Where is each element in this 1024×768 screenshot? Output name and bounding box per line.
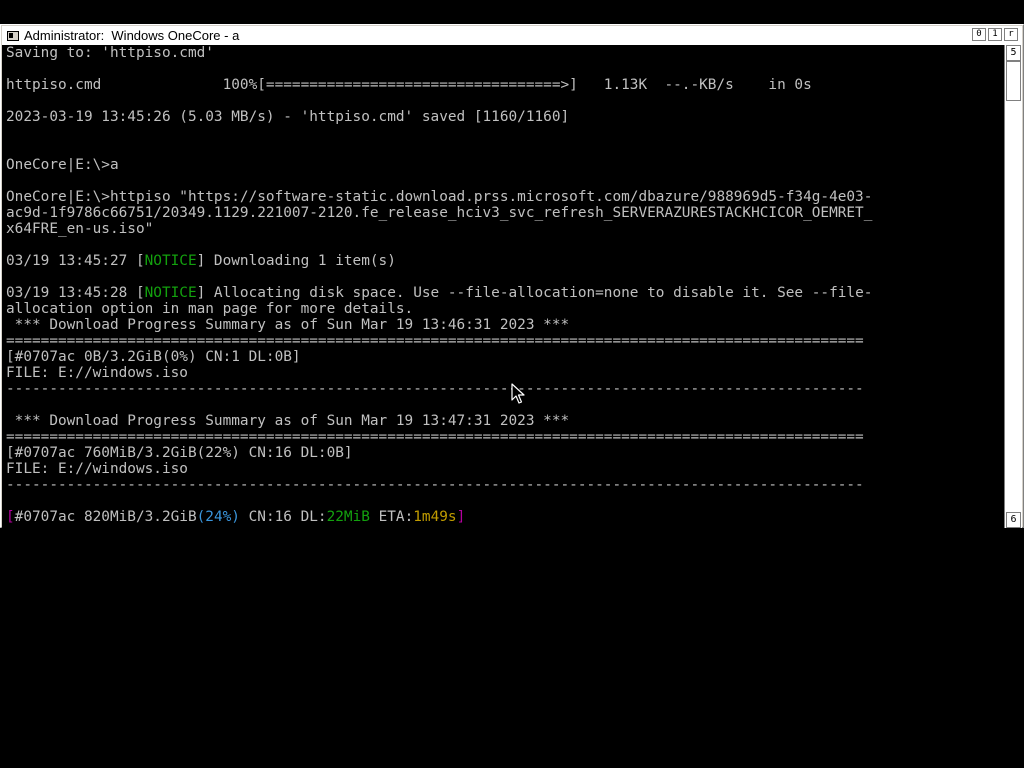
console-text: CN:16 DL:	[239, 509, 327, 525]
console-text: allocation option in man page for more d…	[6, 301, 414, 317]
console-text: ] Downloading 1 item(s)	[196, 253, 396, 269]
console-text: x64FRE_en-us.iso"	[6, 221, 154, 237]
console-line: *** Download Progress Summary as of Sun …	[6, 413, 872, 429]
console-text: ] Allocating disk space. Use --file-allo…	[196, 285, 873, 301]
console-text: *** Download Progress Summary as of Sun …	[6, 413, 570, 429]
console-text: OneCore|E:\>a	[6, 157, 119, 173]
console-icon[interactable]	[7, 30, 19, 41]
scroll-up-button[interactable]: 5	[1006, 45, 1021, 61]
console-text: ETA:	[369, 509, 414, 525]
console-line: allocation option in man page for more d…	[6, 301, 872, 317]
console-line: 2023-03-19 13:45:26 (5.03 MB/s) - 'httpi…	[6, 109, 872, 125]
console-text: ]	[456, 509, 466, 525]
console-text: ----------------------------------------…	[6, 381, 864, 397]
console-text: 03/19 13:45:28 [	[6, 285, 145, 301]
console-text: Saving to: 'httpiso.cmd'	[6, 45, 214, 61]
console-line: 03/19 13:45:28 [NOTICE] Allocating disk …	[6, 285, 872, 301]
console-line: [#0707ac 760MiB/3.2GiB(22%) CN:16 DL:0B]	[6, 445, 872, 461]
console-line: ========================================…	[6, 333, 872, 349]
console-text: ========================================…	[6, 333, 864, 349]
close-button[interactable]: r	[1004, 28, 1018, 41]
title-bar[interactable]: Administrator: Windows OneCore - a 0 1 r	[2, 26, 1022, 45]
console-text: *** Download Progress Summary as of Sun …	[6, 317, 570, 333]
console-text: httpiso.cmd 100%[=======================…	[6, 77, 812, 93]
console-line: [#0707ac 0B/3.2GiB(0%) CN:1 DL:0B]	[6, 349, 872, 365]
console-text: ac9d-1f9786c66751/20349.1129.221007-2120…	[6, 205, 873, 221]
console-line: Saving to: 'httpiso.cmd'	[6, 45, 872, 61]
console-line: ========================================…	[6, 429, 872, 445]
console-text: 2023-03-19 13:45:26 (5.03 MB/s) - 'httpi…	[6, 109, 570, 125]
console-line: ----------------------------------------…	[6, 381, 872, 397]
console-text: 03/19 13:45:27 [	[6, 253, 145, 269]
console-line: *** Download Progress Summary as of Sun …	[6, 317, 872, 333]
scroll-thumb[interactable]	[1006, 61, 1021, 101]
console-text: FILE: E://windows.iso	[6, 461, 188, 477]
console-text: [#0707ac 760MiB/3.2GiB(22%) CN:16 DL:0B]	[6, 445, 353, 461]
arrow-cursor-icon	[511, 383, 525, 404]
minimize-button[interactable]: 0	[972, 28, 986, 41]
console-line: [#0707ac 820MiB/3.2GiB(24%) CN:16 DL:22M…	[6, 509, 872, 525]
console-line: FILE: E://windows.iso	[6, 365, 872, 381]
console-text: 1m49s	[413, 509, 457, 525]
console-line: OneCore|E:\>httpiso "https://software-st…	[6, 189, 872, 205]
console-text: FILE: E://windows.iso	[6, 365, 188, 381]
scroll-down-button[interactable]: 6	[1006, 512, 1021, 528]
console-text: #0707ac 820MiB/3.2GiB	[14, 509, 197, 525]
console-text: ----------------------------------------…	[6, 477, 864, 493]
console-line: FILE: E://windows.iso	[6, 461, 872, 477]
console-line: ----------------------------------------…	[6, 477, 872, 493]
console-window: Administrator: Windows OneCore - a 0 1 r…	[0, 24, 1024, 528]
console-text: OneCore|E:\>httpiso "https://software-st…	[6, 189, 873, 205]
console-text: 22MiB	[326, 509, 370, 525]
caption-buttons: 0 1 r	[972, 28, 1018, 41]
console-line: httpiso.cmd 100%[=======================…	[6, 77, 872, 93]
console-line: x64FRE_en-us.iso"	[6, 221, 872, 237]
console-text: NOTICE	[144, 285, 197, 301]
console-text: [	[6, 509, 15, 525]
console-line: OneCore|E:\>a	[6, 157, 872, 173]
console-line: 03/19 13:45:27 [NOTICE] Downloading 1 it…	[6, 253, 872, 269]
console-text: (24%)	[196, 509, 240, 525]
window-title: Administrator: Windows OneCore - a	[24, 28, 240, 43]
console-text: ========================================…	[6, 429, 864, 445]
console-line: ac9d-1f9786c66751/20349.1129.221007-2120…	[6, 205, 872, 221]
maximize-button[interactable]: 1	[988, 28, 1002, 41]
console-lines: Saving to: 'httpiso.cmd' httpiso.cmd 100%…	[6, 45, 872, 525]
console-output[interactable]: Saving to: 'httpiso.cmd' httpiso.cmd 100%…	[2, 45, 1004, 528]
console-text: NOTICE	[144, 253, 197, 269]
console-text: [#0707ac 0B/3.2GiB(0%) CN:1 DL:0B]	[6, 349, 301, 365]
vertical-scrollbar[interactable]: 5 6	[1004, 45, 1022, 528]
